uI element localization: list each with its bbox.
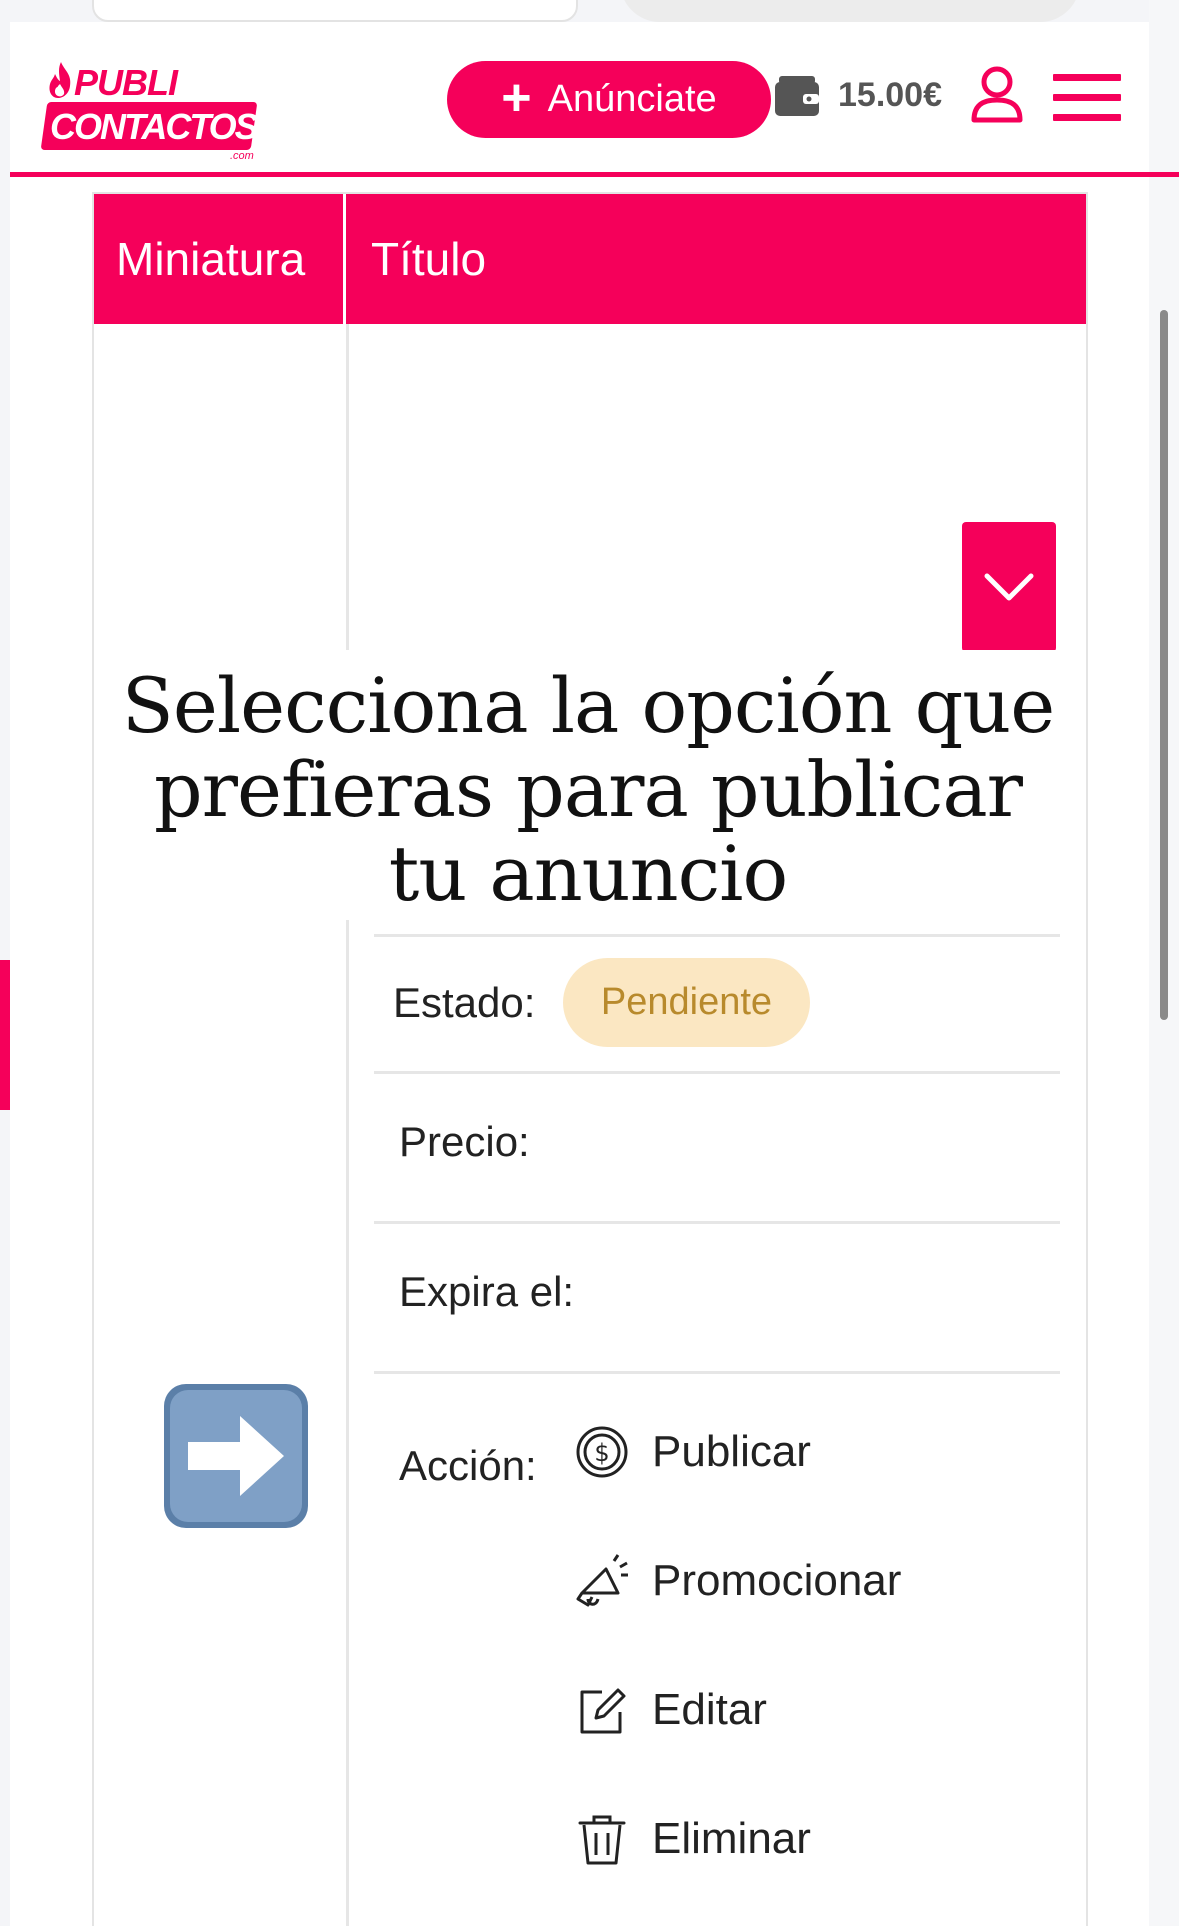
status-badge: Pendiente xyxy=(563,958,810,1047)
column-header-thumbnail: Miniatura xyxy=(94,194,346,324)
row-divider xyxy=(374,934,1060,937)
publish-action[interactable]: $ Publicar xyxy=(574,1424,811,1480)
user-icon[interactable] xyxy=(970,64,1024,124)
plus-icon: + xyxy=(501,68,532,127)
table-header: Miniatura Título xyxy=(94,194,1086,324)
status-label: Estado: xyxy=(393,979,536,1026)
scrollbar[interactable] xyxy=(1160,310,1168,1020)
logo-text-bottom: CONTACTOS xyxy=(50,106,259,147)
row-divider xyxy=(374,1071,1060,1074)
advertise-button-label: Anúnciate xyxy=(547,78,717,120)
row-divider xyxy=(374,1371,1060,1374)
publish-action-label: Publicar xyxy=(652,1427,811,1476)
wallet-balance[interactable]: 15.00€ xyxy=(838,76,942,115)
trash-icon xyxy=(578,1815,626,1865)
hamburger-menu-icon[interactable] xyxy=(1053,74,1121,124)
site-header: PUBLI CONTACTOS .com + Anúnciate 15.00€ xyxy=(10,22,1149,178)
megaphone-icon xyxy=(576,1554,628,1607)
price-label: Precio: xyxy=(399,1118,530,1165)
edit-action-label: Editar xyxy=(652,1685,767,1734)
delete-action-label: Eliminar xyxy=(652,1814,811,1863)
page: PUBLI CONTACTOS .com + Anúnciate 15.00€ … xyxy=(0,0,1179,1926)
publish-option-heading: Selecciona la opción que prefieras para … xyxy=(121,661,1055,918)
flame-icon xyxy=(49,62,71,98)
edit-icon xyxy=(580,1688,626,1734)
logo-text-top: PUBLI xyxy=(74,62,178,103)
chevron-down-icon xyxy=(984,573,1034,601)
delete-action[interactable]: Eliminar xyxy=(574,1811,811,1867)
expires-label: Expira el: xyxy=(399,1268,575,1315)
row-divider xyxy=(374,1221,1060,1224)
expand-row-button[interactable] xyxy=(962,522,1056,652)
promote-action-label: Promocionar xyxy=(652,1556,902,1605)
logo[interactable]: PUBLI CONTACTOS .com xyxy=(34,50,260,166)
dollar-coin-icon: $ xyxy=(576,1426,628,1478)
right-arrow-emoji-icon xyxy=(164,1384,308,1528)
ads-table: Miniatura Título xyxy=(92,192,1088,1926)
column-header-title: Título xyxy=(371,233,487,285)
advertise-button[interactable]: + Anúnciate xyxy=(447,61,771,138)
top-search-field[interactable] xyxy=(92,0,578,22)
action-label: Acción: xyxy=(399,1442,537,1489)
svg-text:$: $ xyxy=(594,1439,609,1467)
column-divider xyxy=(346,324,349,1926)
edit-action[interactable]: Editar xyxy=(574,1682,767,1738)
promote-action[interactable]: Promocionar xyxy=(574,1553,901,1609)
logo-suffix: .com xyxy=(230,150,254,162)
top-pill[interactable] xyxy=(620,0,1080,22)
header-divider xyxy=(10,172,1179,177)
left-edge-accent xyxy=(0,960,10,1110)
wallet-icon[interactable] xyxy=(773,74,821,118)
